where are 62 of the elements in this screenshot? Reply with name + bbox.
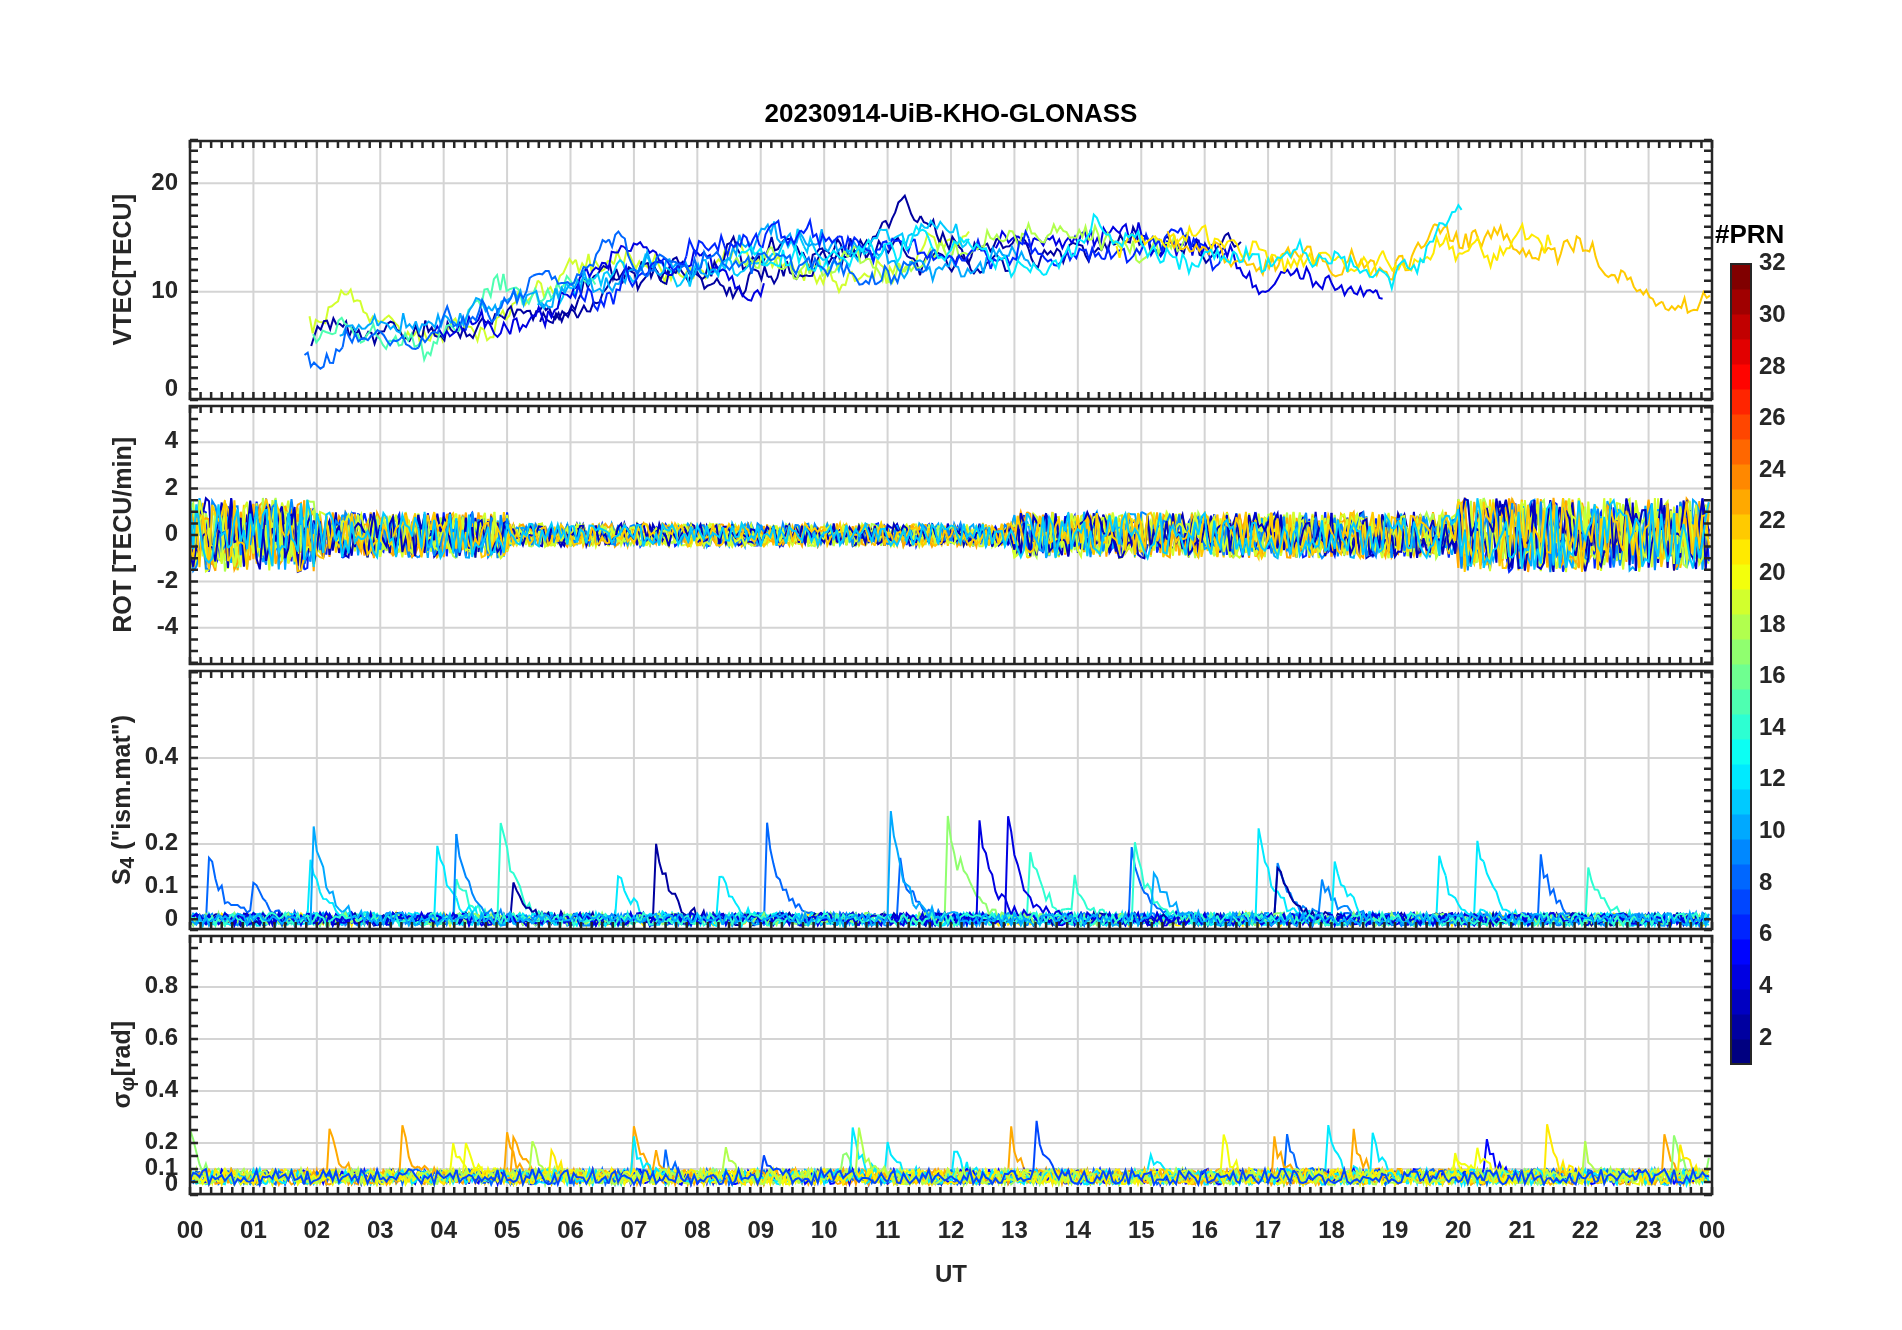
y-axis-label: VTEC[TECU]	[108, 194, 137, 346]
y-axis-label: ROT [TECU/min]	[108, 437, 137, 633]
x-tick-label: 04	[430, 1216, 457, 1243]
x-tick-label: 12	[937, 1216, 965, 1243]
colorbar-tick-label: 4	[1759, 970, 1773, 998]
x-tick-label: 13	[1001, 1216, 1028, 1243]
x-tick-label: 18	[1318, 1216, 1345, 1243]
colorbar-tick-label: 32	[1759, 248, 1786, 276]
colorbar-tick-label: 2	[1759, 1022, 1773, 1050]
colorbar-tick-label: 10	[1759, 816, 1786, 844]
x-tick-label: 19	[1381, 1216, 1409, 1243]
colorbar-tick-label: 28	[1759, 351, 1786, 379]
colorbar-title: #PRN	[1715, 219, 1785, 249]
x-tick-label: 15	[1127, 1216, 1155, 1243]
y-tick-label: 0.6	[144, 1023, 178, 1051]
y-tick-label: 0	[164, 904, 178, 932]
x-tick-label: 00	[1698, 1216, 1725, 1243]
y-tick-label: 2	[164, 472, 178, 500]
x-tick-label: 05	[493, 1216, 521, 1243]
x-tick-label: 22	[1571, 1216, 1599, 1243]
colorbar-tick-label: 8	[1759, 867, 1773, 895]
y-tick-label: -4	[156, 612, 178, 640]
y-tick-label: 0.8	[144, 971, 178, 999]
x-tick-label: 14	[1064, 1216, 1092, 1243]
x-tick-label: 11	[874, 1216, 901, 1243]
colorbar-tick-label: 20	[1759, 558, 1786, 585]
x-tick-label: 20	[1445, 1216, 1472, 1243]
colorbar-tick-label: 6	[1759, 919, 1773, 947]
x-tick-label: 21	[1508, 1216, 1536, 1243]
y-tick-label: 0.2	[144, 828, 178, 856]
y-tick-label: 0	[164, 519, 178, 547]
x-tick-label: 02	[303, 1216, 331, 1243]
x-tick-label: 01	[240, 1216, 267, 1243]
y-tick-label: -2	[156, 565, 178, 593]
x-tick-label: 06	[557, 1216, 584, 1243]
x-tick-label: 23	[1635, 1216, 1662, 1243]
colorbar-tick-label: 22	[1759, 506, 1786, 534]
y-tick-label: 4	[164, 426, 178, 454]
x-tick-label: 03	[366, 1216, 394, 1243]
x-tick-label: 10	[810, 1216, 838, 1243]
x-tick-label: 07	[620, 1216, 648, 1243]
colorbar-tick-label: 12	[1759, 764, 1786, 792]
colorbar-tick-label: 14	[1759, 712, 1786, 740]
x-tick-label: 08	[684, 1216, 711, 1243]
y-tick-label: 0	[164, 374, 178, 402]
colorbar-tick-label: 18	[1759, 609, 1786, 637]
x-tick-label: 17	[1254, 1216, 1282, 1243]
colorbar-tick-label: 24	[1759, 454, 1786, 482]
figure-title: 20230914-UiB-KHO-GLONASS	[764, 98, 1138, 128]
colorbar-tick-label: 16	[1759, 661, 1786, 689]
y-tick-label: 0.4	[144, 742, 178, 770]
y-tick-label: 0.2	[144, 1127, 178, 1155]
y-tick-label: 0.4	[144, 1075, 178, 1103]
x-tick-label: 00	[176, 1216, 204, 1243]
x-axis-label: UT	[935, 1260, 967, 1287]
x-tick-label: 16	[1191, 1216, 1218, 1243]
colorbar-tick-label: 26	[1759, 403, 1786, 431]
colorbar-tick-label: 30	[1759, 299, 1786, 327]
x-tick-label: 09	[747, 1216, 775, 1243]
y-tick-label: 20	[151, 167, 178, 195]
y-tick-label: 10	[151, 276, 178, 303]
y-tick-label: 0.1	[144, 871, 178, 899]
